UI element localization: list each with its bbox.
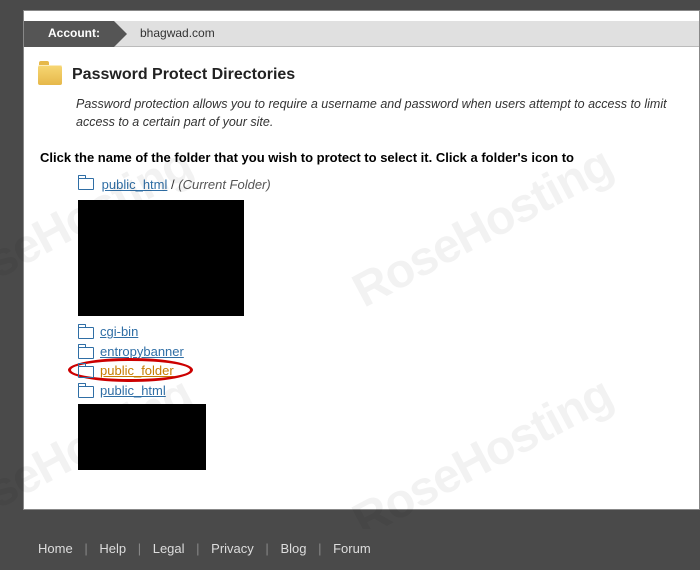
folder-link-public-html[interactable]: public_html bbox=[100, 381, 166, 401]
folder-icon[interactable] bbox=[78, 346, 94, 358]
instruction-text: Click the name of the folder that you wi… bbox=[24, 135, 699, 171]
footer-link-forum[interactable]: Forum bbox=[327, 541, 377, 556]
footer-bar: Home | Help | Legal | Privacy | Blog | F… bbox=[0, 529, 700, 570]
footer-link-home[interactable]: Home bbox=[32, 541, 79, 556]
folder-item: public_folder bbox=[78, 361, 689, 381]
main-content: Account: bhagwad.com Password Protect Di… bbox=[23, 10, 700, 510]
footer-link-legal[interactable]: Legal bbox=[147, 541, 191, 556]
footer-separator: | bbox=[136, 541, 143, 556]
folder-item: public_html bbox=[78, 381, 689, 401]
folder-item: entropybanner bbox=[78, 342, 689, 362]
folder-link-entropybanner[interactable]: entropybanner bbox=[100, 342, 184, 362]
page-title: Password Protect Directories bbox=[72, 66, 295, 84]
redacted-area bbox=[78, 200, 244, 316]
folder-link-cgi-bin[interactable]: cgi-bin bbox=[100, 322, 138, 342]
account-label: Account: bbox=[24, 21, 114, 47]
account-domain: bhagwad.com bbox=[114, 21, 699, 47]
footer-link-blog[interactable]: Blog bbox=[274, 541, 312, 556]
footer-separator: | bbox=[82, 541, 89, 556]
footer-link-help[interactable]: Help bbox=[93, 541, 132, 556]
footer-separator: | bbox=[316, 541, 323, 556]
folder-icon[interactable] bbox=[78, 177, 94, 189]
redacted-area bbox=[78, 404, 206, 470]
breadcrumb-root-link[interactable]: public_html bbox=[102, 177, 168, 192]
intro-text: Password protection allows you to requir… bbox=[24, 91, 699, 135]
current-folder-label: (Current Folder) bbox=[178, 177, 270, 192]
folder-icon[interactable] bbox=[78, 326, 94, 338]
folder-icon[interactable] bbox=[78, 385, 94, 397]
breadcrumb: public_html / (Current Folder) bbox=[24, 171, 699, 194]
folder-item: cgi-bin bbox=[78, 322, 689, 342]
footer-separator: | bbox=[194, 541, 201, 556]
folder-icon[interactable] bbox=[78, 365, 94, 377]
footer-separator: | bbox=[263, 541, 270, 556]
footer-link-privacy[interactable]: Privacy bbox=[205, 541, 260, 556]
folder-lock-icon bbox=[38, 65, 62, 85]
page-heading: Password Protect Directories bbox=[24, 57, 699, 91]
folder-list: cgi-bin entropybanner public_folder publ… bbox=[24, 320, 699, 402]
account-bar: Account: bhagwad.com bbox=[24, 21, 699, 47]
folder-link-public-folder[interactable]: public_folder bbox=[100, 361, 174, 381]
